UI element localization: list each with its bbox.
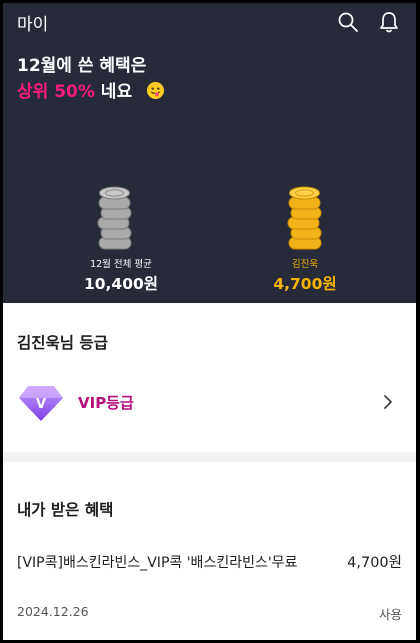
bell-icon[interactable] <box>377 10 401 34</box>
vip-grade-label: VIP등급 <box>78 394 134 412</box>
silver-coin-stack-icon <box>97 186 132 250</box>
my-benefit-stat: 김진욱 4,700원 <box>235 259 375 295</box>
summary-panel: 마이 12월에 쓴 혜택은 상위 50% 네요 12월 전체 평균 10,400… <box>3 3 416 303</box>
my-name-label: 김진욱 <box>291 259 319 270</box>
gold-coin-stack-icon <box>287 186 322 250</box>
benefit-amount: 4,700원 <box>347 555 402 571</box>
smiling-face-with-tongue-icon <box>146 81 165 100</box>
average-value: 10,400원 <box>83 275 159 293</box>
headline-line2: 상위 50% 네요 <box>17 79 165 105</box>
average-benefit-stat: 12월 전체 평균 10,400원 <box>51 259 191 295</box>
my-page-screen: 마이 12월에 쓴 혜택은 상위 50% 네요 12월 전체 평균 10,400… <box>3 3 416 640</box>
grade-section-title: 김진욱님 등급 <box>17 334 108 352</box>
vip-grade-row[interactable]: V VIP등급 <box>3 373 416 433</box>
rank-highlight: 상위 50% <box>17 82 95 102</box>
headline-line1: 12월에 쓴 혜택은 <box>17 56 147 76</box>
vip-badge-letter: V <box>36 397 46 412</box>
benefit-date: 2024.12.26 <box>17 604 89 619</box>
vip-gem-badge-icon: V <box>19 386 63 421</box>
section-divider <box>3 452 416 462</box>
benefits-section-title: 내가 받은 혜택 <box>17 501 114 519</box>
page-title: 마이 <box>17 15 49 35</box>
search-icon[interactable] <box>336 10 360 34</box>
top-bar: 마이 <box>3 3 416 39</box>
benefit-name: [VIP콕]배스킨라빈스_VIP콕 '배스킨라빈스'무료 <box>17 555 298 571</box>
benefit-ranking-headline: 12월에 쓴 혜택은 상위 50% 네요 <box>17 53 165 105</box>
benefit-status: 사용 <box>378 607 402 622</box>
my-benefit-value: 4,700원 <box>273 275 337 293</box>
headline-suffix: 네요 <box>94 82 133 102</box>
chevron-right-icon <box>384 395 392 409</box>
average-label: 12월 전체 평균 <box>90 259 152 270</box>
